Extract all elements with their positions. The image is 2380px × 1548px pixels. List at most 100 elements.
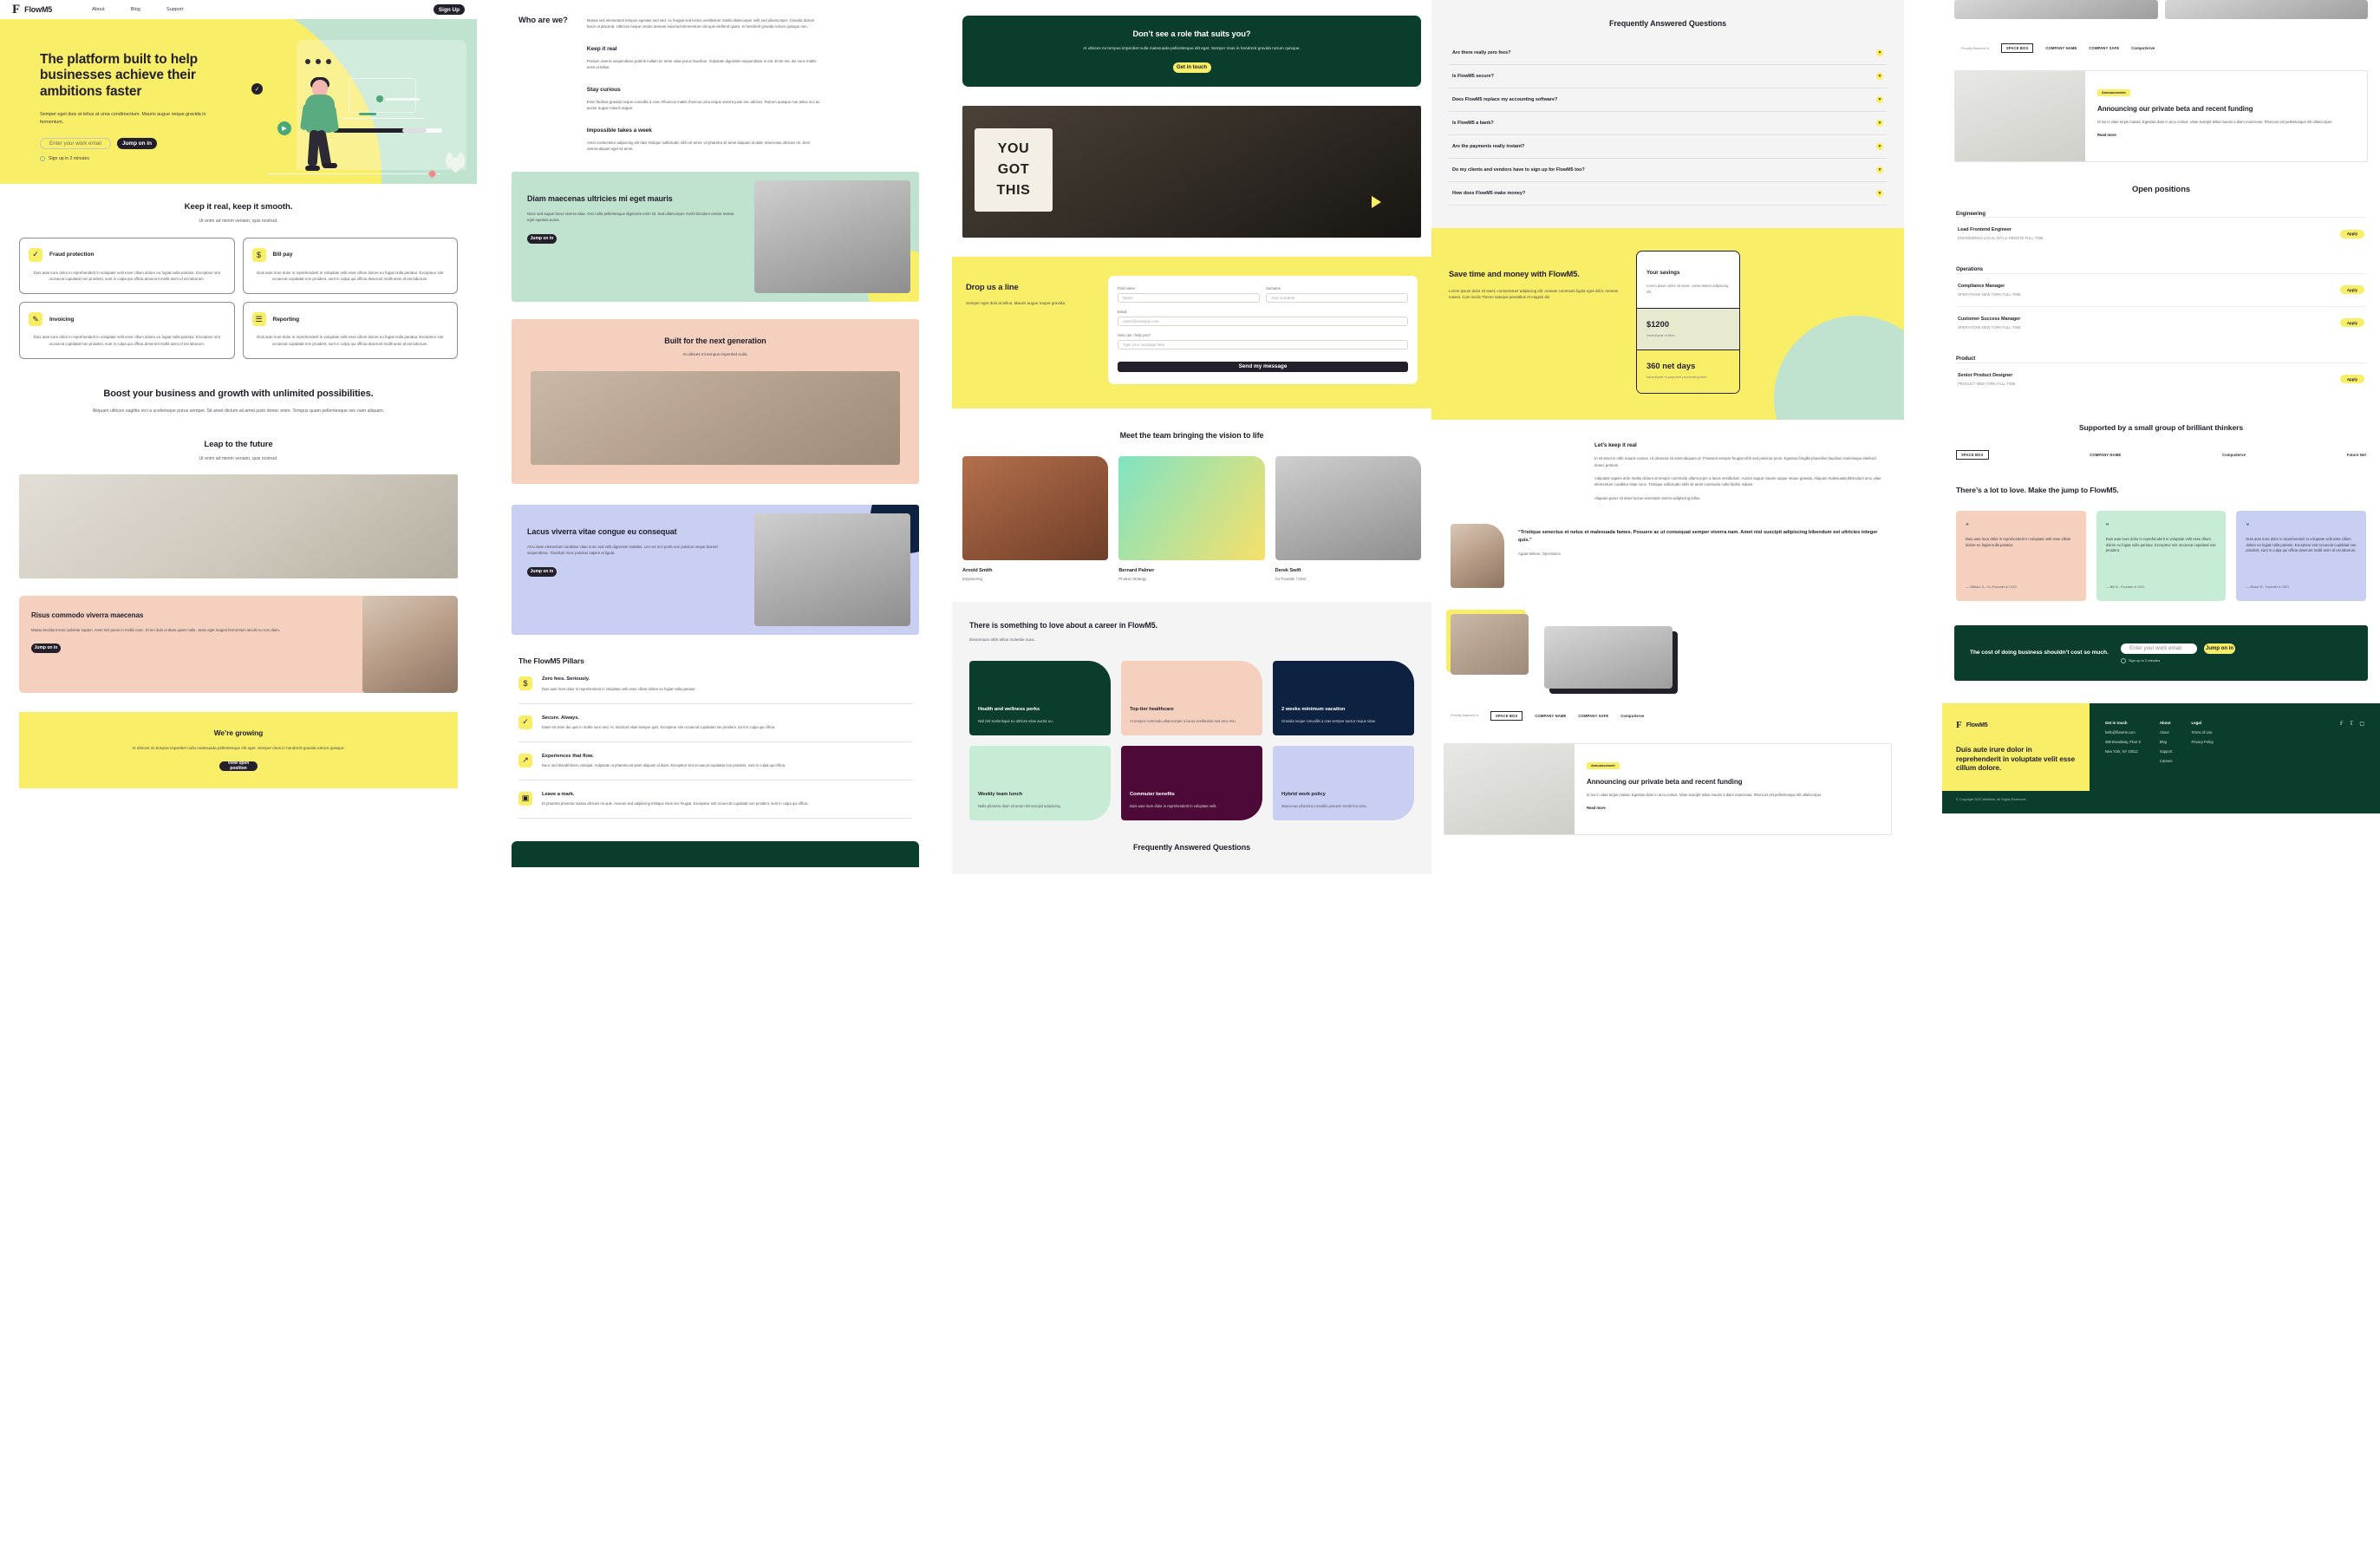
apply-button[interactable]: Apply <box>2340 318 2364 328</box>
cost-cta-banner: The cost of doing business shouldn’t cos… <box>1954 625 2368 682</box>
logo-company-safe: COMPANY SAFE <box>1578 713 1609 718</box>
careers-title: There is something to love about a caree… <box>969 620 1157 630</box>
footer-link[interactable]: Support <box>2160 749 2173 754</box>
perk-title: 2 weeks minimum vacation <box>1281 706 1346 712</box>
shield-icon: ✓ <box>29 247 42 262</box>
leap-photo <box>19 474 458 579</box>
hero-note-text: Sign up in 2 minutes <box>49 156 90 162</box>
team-member-name: Arnold Smith <box>962 568 993 574</box>
footer-link[interactable]: New York, NY 10012 <box>2105 749 2141 754</box>
hero-section: The platform built to help businesses ac… <box>0 19 477 184</box>
shield-icon: ✓ <box>518 715 532 729</box>
column-jobs-footer: Proudly featured in SPACE BOX COMPANY NA… <box>1942 0 2380 813</box>
contact-section: Drop us a line Semper eget duis at tellu… <box>952 257 1431 408</box>
chevron-down-icon[interactable]: ▾ <box>1876 49 1883 57</box>
announcement-card[interactable]: Announcement Announcing our private beta… <box>1444 742 1892 835</box>
chevron-down-icon[interactable]: ▾ <box>1876 143 1883 151</box>
cost-cta-email-input[interactable]: Enter your work email <box>2121 643 2197 654</box>
nav-link-blog[interactable]: Blog <box>131 7 140 12</box>
risus-cta-button[interactable]: Jump on in <box>31 643 61 653</box>
chevron-down-icon[interactable]: ▾ <box>1876 96 1883 104</box>
pair-photo-right <box>1544 625 1673 689</box>
job-row[interactable]: Customer Success Manager OPERATIONS·NEW … <box>1956 305 2366 339</box>
nav-link-about[interactable]: About <box>92 7 105 12</box>
faq-question: Is FlowM5 secure? <box>1452 74 1494 80</box>
faq-list: Are there really zero fees? ▾ Is FlowM5 … <box>1449 42 1887 206</box>
signup-button[interactable]: Sign Up <box>434 4 465 15</box>
perk-title: Weekly team lunch <box>978 791 1023 797</box>
nav-link-support[interactable]: Support <box>166 7 184 12</box>
cost-cta-note: Sign up in 2 minutes <box>2121 657 2235 663</box>
footer-link[interactable]: hello@flowm5.com <box>2105 730 2141 735</box>
team-member: Derek Swift Co-Founder / CEO <box>1275 456 1421 581</box>
testimonial-author: — Bruce R., Founder & CEO <box>2246 585 2290 590</box>
faq-row[interactable]: Does FlowM5 replace my accounting softwa… <box>1449 88 1887 113</box>
pillar-row: $ Zero fees. Seriously. Duis aute irure … <box>518 665 912 704</box>
dollar-icon: $ <box>251 247 266 262</box>
job-row[interactable]: Compliance Manager OPERATIONS·NEW YORK·F… <box>1956 272 2366 306</box>
faq-row[interactable]: Are there really zero fees? ▾ <box>1449 42 1887 66</box>
announcement-card[interactable]: Announcement Announcing our private beta… <box>1954 70 2368 162</box>
hero-email-input[interactable]: Enter your work email <box>40 138 111 150</box>
message-textarea[interactable]: Type your message here <box>1118 340 1408 349</box>
announcement-read-more[interactable]: Read more <box>2097 133 2355 137</box>
brand-logo[interactable]: F FlowM5 <box>12 3 52 16</box>
chevron-down-icon[interactable]: ▾ <box>1876 120 1883 127</box>
feature-card[interactable]: ☰ Reporting Duis aute irure dolor in rep… <box>242 302 458 359</box>
hero-cta-button[interactable]: Jump on in <box>117 138 157 150</box>
surname-input[interactable]: Your surname <box>1266 293 1408 303</box>
feature-card[interactable]: $ Bill pay Duis aute irure dolor in repr… <box>242 237 458 295</box>
careers-lead: Elementum nibh tellus molestie nunc. <box>969 637 1036 643</box>
cost-cta-button[interactable]: Jump on in <box>2204 643 2235 654</box>
announcement-read-more[interactable]: Read more <box>1587 806 1879 810</box>
play-triangle-icon <box>1372 196 1381 208</box>
faq-row[interactable]: Is FlowM5 secure? ▾ <box>1449 65 1887 89</box>
feature-card[interactable]: ✓ Fraud protection Duis aute irure dolor… <box>19 237 235 295</box>
testimonial-quote: Duis aute irure dolor in reprehenderit i… <box>2105 537 2216 553</box>
job-row[interactable]: Lead Frontend Engineer ENGINEERING·LOCAL… <box>1956 217 2366 250</box>
chevron-down-icon[interactable]: ▾ <box>1876 190 1883 198</box>
promo-lilac-title: Lacus viverra vitae congue eu consequat <box>527 526 677 536</box>
footer-link[interactable]: Privacy Policy <box>2191 740 2213 744</box>
promo-mint-cta[interactable]: Jump on in <box>527 233 557 244</box>
footer-link[interactable]: About <box>2160 730 2173 735</box>
testimonial-author: — William S., Co-Founder & COO <box>1966 585 2017 590</box>
instagram-icon[interactable]: ▢ <box>2359 721 2364 727</box>
facebook-icon[interactable]: 𝔽 <box>2340 721 2344 727</box>
footer-link[interactable]: Blog <box>2160 740 2173 744</box>
logo-compuserve: CompuServe <box>1620 713 1645 718</box>
footer-link[interactable]: Terms of Use <box>2191 730 2213 735</box>
growing-cta-button[interactable]: View open position <box>219 761 258 771</box>
footer-link[interactable]: Careers <box>2160 759 2173 763</box>
footer-link[interactable]: 488 Broadway, Floor 5 <box>2105 740 2141 744</box>
faq-row[interactable]: Do my clients and vendors have to sign u… <box>1449 159 1887 183</box>
promo-mint-title: Diam maecenas ultricies mi eget mauris <box>527 193 673 203</box>
savings-amount: $1200 <box>1646 319 1670 330</box>
quote-author: Agata Wilson, Operations <box>1518 551 1561 556</box>
chevron-down-icon[interactable]: ▾ <box>1876 73 1883 81</box>
logo-space-box: SPACE BOX <box>2000 43 2034 53</box>
role-cta-button[interactable]: Get in touch <box>1172 62 1211 73</box>
faq-row[interactable]: Is FlowM5 a bank? ▾ <box>1449 112 1887 136</box>
send-message-button[interactable]: Send my message <box>1118 361 1408 372</box>
feature-card[interactable]: ✎ Invoicing Duis aute irure dolor in rep… <box>19 302 235 359</box>
apply-button[interactable]: Apply <box>2340 285 2364 295</box>
twitter-icon[interactable]: 𝕋 <box>2350 721 2353 727</box>
faq-row[interactable]: How does FlowM5 make money? ▾ <box>1449 182 1887 206</box>
promo-lilac-cta[interactable]: Jump on in <box>527 566 557 577</box>
job-group-operations: Operations Compliance Manager OPERATIONS… <box>1956 267 2366 339</box>
email-input[interactable]: name@example.com <box>1118 317 1408 326</box>
footer-column-heading: About <box>2159 721 2171 726</box>
apply-button[interactable]: Apply <box>2340 229 2364 238</box>
apply-button[interactable]: Apply <box>2340 375 2364 384</box>
faq-row[interactable]: Are the payments really instant? ▾ <box>1449 135 1887 160</box>
job-row[interactable]: Senior Product Designer PRODUCT·NEW YORK… <box>1956 362 2366 395</box>
job-title: Senior Product Designer <box>1958 372 2013 378</box>
promo-mint-body: Nunc sed augue lacus viverra vitae. Orci… <box>527 211 734 222</box>
pillar-row: ✓ Secure. Always. Etiam sit amet dui qui… <box>518 704 912 742</box>
hero-signup-form: Enter your work email Jump on in <box>40 138 225 150</box>
chevron-down-icon[interactable]: ▾ <box>1876 167 1883 174</box>
perk-body: At tempor commodo ullamcorper a lacus ve… <box>1130 719 1236 724</box>
play-badge-icon: ▶ <box>277 121 291 135</box>
first-name-input[interactable]: Name <box>1118 293 1260 303</box>
